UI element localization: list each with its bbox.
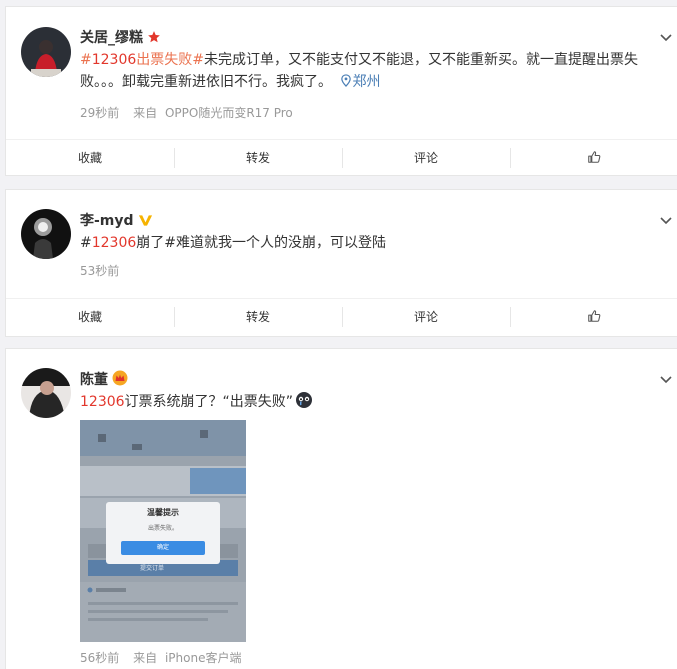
repost-button[interactable]: 转发 (174, 140, 342, 176)
crying-emoji-icon (293, 392, 313, 410)
comment-label: 评论 (413, 310, 438, 324)
chevron-down-icon[interactable] (658, 29, 674, 45)
post-source[interactable]: iPhone客户端 (165, 651, 242, 665)
repost-label: 转发 (245, 151, 270, 165)
avatar[interactable] (21, 27, 71, 77)
alert-dialog-message: 出票失败。 (147, 525, 178, 532)
thumbs-up-icon (588, 310, 601, 322)
favorite-label: 收藏 (77, 151, 102, 165)
topic-number[interactable]: 12306 (92, 235, 137, 251)
post-card: 李-myd #12306崩了#难道就我一个人的没崩，可以登陆 53秒前 收藏 转… (5, 189, 677, 337)
post-meta: 53秒前 (80, 262, 119, 279)
crown-icon (112, 370, 128, 390)
post-time[interactable]: 56秒前 (80, 651, 119, 665)
topic-number[interactable]: 12306 (80, 394, 125, 410)
author-name[interactable]: 关居_缪糕 (80, 27, 161, 48)
location-label[interactable]: 郑州 (352, 74, 380, 90)
post-time[interactable]: 29秒前 (80, 106, 119, 120)
topic-hash[interactable]: # (80, 52, 92, 68)
thumbs-up-icon (588, 151, 601, 163)
favorite-label: 收藏 (77, 310, 102, 324)
chevron-down-icon[interactable] (658, 371, 674, 387)
like-button[interactable] (510, 299, 677, 335)
comment-label: 评论 (413, 151, 438, 165)
avatar[interactable] (21, 368, 71, 418)
alert-dialog-ok-button[interactable]: 确定 (121, 541, 205, 555)
comment-button[interactable]: 评论 (342, 140, 510, 176)
repost-button[interactable]: 转发 (174, 299, 342, 335)
author-name-text[interactable]: 关居_缪糕 (80, 30, 143, 46)
favorite-button[interactable]: 收藏 (6, 140, 174, 176)
post-text: #12306出票失败#未完成订单，又不能支付又不能退，又不能重新买。就一直提醒出… (80, 49, 638, 93)
red-star-icon (147, 30, 161, 48)
post-card: 关居_缪糕 #12306出票失败#未完成订单，又不能支付又不能退，又不能重新买。… (5, 6, 677, 176)
post-source[interactable]: OPPO随光而变R17 Pro (165, 106, 293, 120)
location-link[interactable]: 郑州 (336, 74, 380, 90)
submit-order-button: 提交订单 (140, 565, 165, 572)
like-button[interactable] (510, 140, 677, 176)
action-bar: 收藏 转发 评论 (6, 139, 677, 176)
avatar[interactable] (21, 209, 71, 259)
comment-button[interactable]: 评论 (342, 299, 510, 335)
topic-text[interactable]: 崩了# (136, 235, 176, 251)
repost-label: 转发 (245, 310, 270, 324)
action-bar: 收藏 转发 评论 (6, 298, 677, 335)
topic-text[interactable]: 出票失败# (136, 52, 204, 68)
author-name[interactable]: 陈董 (80, 369, 128, 390)
source-prefix: 来自 (133, 106, 158, 120)
post-text: #12306崩了#难道就我一个人的没崩，可以登陆 (80, 232, 638, 254)
topic-hash[interactable]: # (80, 235, 92, 251)
favorite-button[interactable]: 收藏 (6, 299, 174, 335)
post-content: 订票系统崩了？“出票失败” (124, 394, 294, 410)
post-meta: 29秒前 来自 OPPO随光而变R17 Pro (80, 104, 293, 121)
author-name[interactable]: 李-myd (80, 210, 153, 231)
post-content: 难道就我一个人的没崩，可以登陆 (176, 235, 387, 251)
source-prefix: 来自 (133, 651, 158, 665)
chevron-down-icon[interactable] (658, 212, 674, 228)
post-image[interactable]: 温馨提示 出票失败。 确定 提交订单 (80, 420, 246, 642)
author-name-text[interactable]: 陈董 (80, 372, 108, 388)
topic-link[interactable]: #12306崩了# (80, 235, 176, 251)
verified-v-icon (138, 213, 153, 231)
topic-number[interactable]: 12306 (92, 52, 137, 68)
post-card: 陈董 12306订票系统崩了？“出票失败” 温馨提示 出票失败。 确定 提交订单… (5, 348, 677, 669)
post-time[interactable]: 53秒前 (80, 264, 119, 278)
alert-dialog: 温馨提示 出票失败。 确定 (106, 502, 220, 564)
post-text: 12306订票系统崩了？“出票失败” (80, 391, 638, 413)
topic-link[interactable]: #12306出票失败# (80, 52, 204, 68)
alert-dialog-title: 温馨提示 (147, 508, 179, 517)
location-pin-icon (341, 74, 352, 87)
author-name-text[interactable]: 李-myd (80, 213, 134, 229)
